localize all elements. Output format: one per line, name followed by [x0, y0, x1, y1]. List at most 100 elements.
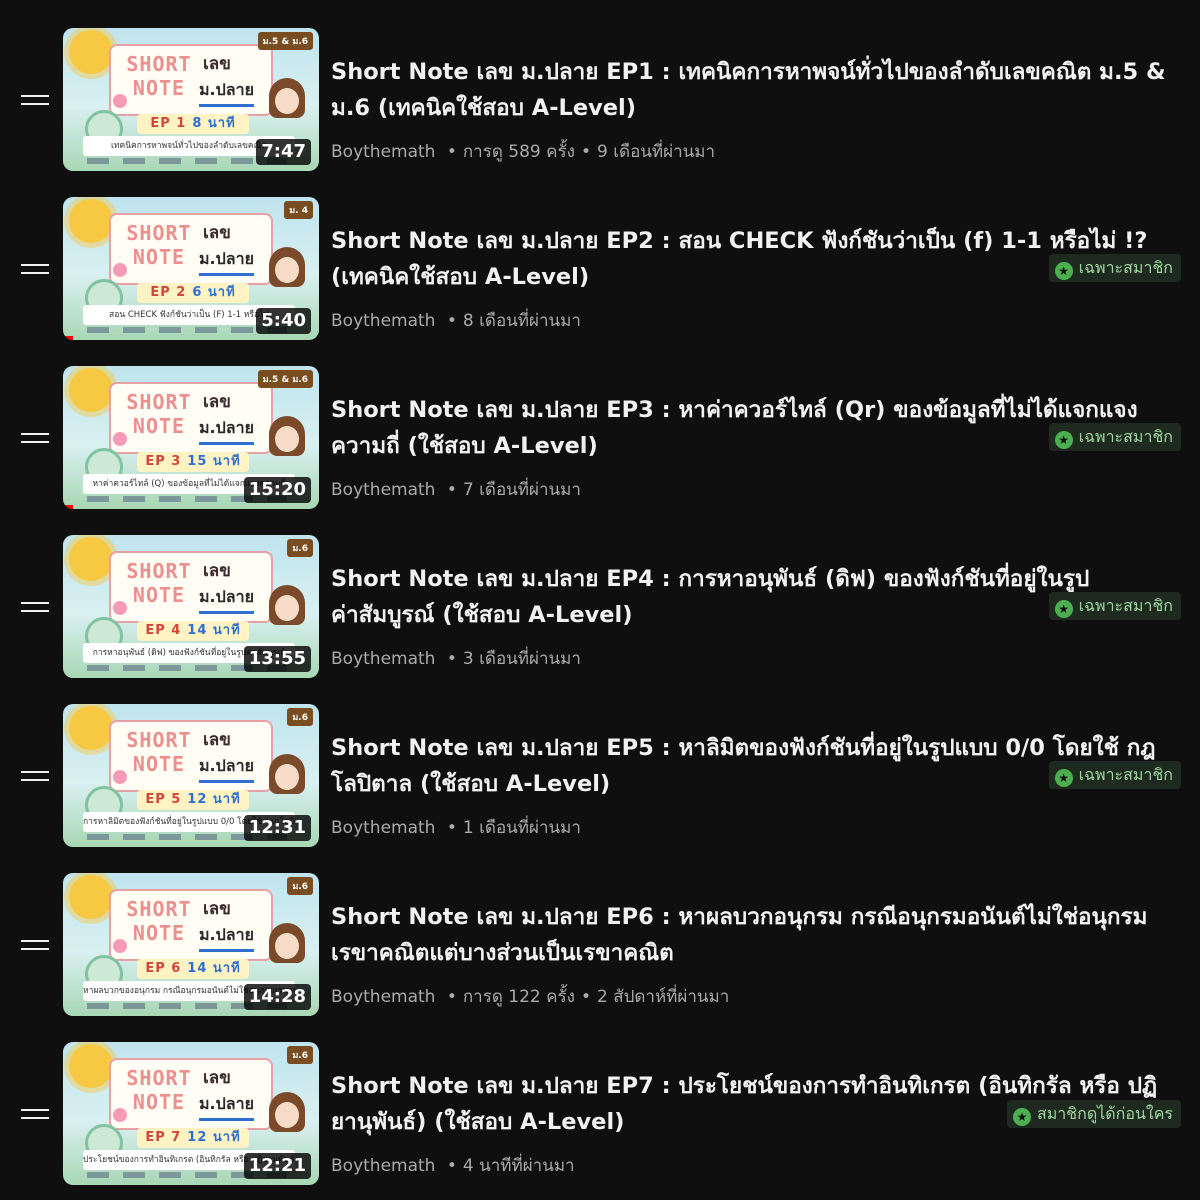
drag-handle-icon[interactable] — [21, 767, 49, 783]
channel-name[interactable]: Boythemath — [331, 987, 435, 1007]
drag-handle-icon[interactable] — [21, 260, 49, 276]
channel-name[interactable]: Boythemath — [331, 1156, 435, 1176]
episode-minutes: 6 นาที — [192, 285, 236, 300]
membership-badge: ★ เฉพาะสมาชิก — [1048, 254, 1181, 282]
girl-face-illustration — [275, 933, 299, 959]
upload-age: 3 เดือนที่ผ่านมา — [462, 649, 581, 669]
upload-age: 1 เดือนที่ผ่านมา — [462, 818, 581, 838]
meta-separator: • — [446, 1156, 457, 1176]
thumbnail-lek-text: เลข — [203, 730, 231, 750]
view-count: การดู 589 ครั้ง — [462, 142, 575, 162]
meta-separator: • — [446, 311, 457, 331]
channel-name[interactable]: Boythemath — [331, 480, 435, 500]
episode-number: EP 1 — [150, 116, 187, 131]
video-thumbnail[interactable]: SHORT NOTE เลข ม.ปลาย ม.6 EP 4 14 นาที กา… — [63, 535, 319, 678]
video-thumbnail[interactable]: SHORT NOTE เลข ม.ปลาย ม.6 EP 7 12 นาที ปร… — [63, 1042, 319, 1185]
meta-separator: • — [580, 987, 591, 1007]
video-thumbnail[interactable]: SHORT NOTE เลข ม.ปลาย ม.6 EP 5 12 นาที กา… — [63, 704, 319, 847]
sun-illustration — [69, 1044, 113, 1088]
drag-handle-icon[interactable] — [21, 429, 49, 445]
video-duration: 12:31 — [243, 815, 311, 841]
thumbnail-short-note-text: SHORT NOTE — [126, 728, 192, 776]
playlist-video-item[interactable]: SHORT NOTE เลข ม.ปลาย ม.6 EP 7 12 นาที ปร… — [0, 1042, 1200, 1192]
girl-face-illustration — [275, 764, 299, 790]
thumbnail-grade-tag: ม. 4 — [284, 201, 313, 219]
upload-age: 8 เดือนที่ผ่านมา — [462, 311, 581, 331]
video-duration: 13:55 — [243, 646, 311, 672]
thumbnail-title-card: SHORT NOTE เลข ม.ปลาย — [109, 720, 273, 792]
playlist-video-list: SHORT NOTE เลข ม.ปลาย ม.5 & ม.6 EP 1 8 นา… — [0, 0, 1200, 1200]
membership-badge-label: สมาชิกดูได้ก่อนใคร — [1036, 1104, 1173, 1123]
girl-face-illustration — [275, 426, 299, 452]
girl-face-illustration — [275, 1102, 299, 1128]
drag-handle-icon[interactable] — [21, 936, 49, 952]
thumbnail-mplai-text: ม.ปลาย — [199, 1092, 254, 1121]
episode-number: EP 7 — [145, 1130, 182, 1145]
playlist-video-item[interactable]: SHORT NOTE เลข ม.ปลาย ม.5 & ม.6 EP 3 15 น… — [0, 366, 1200, 516]
members-star-icon: ★ — [1054, 431, 1073, 449]
watch-progress-bar — [63, 505, 74, 509]
membership-badge-label: เฉพาะสมาชิก — [1078, 765, 1173, 784]
video-title[interactable]: Short Note เลข ม.ปลาย EP3 : หาค่าควอร์ไท… — [331, 392, 1171, 464]
channel-name[interactable]: Boythemath — [331, 142, 435, 162]
video-duration: 15:20 — [243, 477, 311, 503]
thumbnail-lek-text: เลข — [203, 561, 231, 581]
video-duration: 12:21 — [243, 1153, 311, 1179]
drag-handle-icon[interactable] — [21, 91, 49, 107]
video-thumbnail[interactable]: SHORT NOTE เลข ม.ปลาย ม.5 & ม.6 EP 1 8 นา… — [63, 28, 319, 171]
thumbnail-episode-label: EP 3 15 นาที — [137, 452, 249, 472]
thumbnail-mplai-text: ม.ปลาย — [199, 754, 254, 783]
membership-badge: ★ เฉพาะสมาชิก — [1048, 423, 1181, 451]
membership-badge-label: เฉพาะสมาชิก — [1078, 427, 1173, 446]
video-meta: Boythemath • 7 เดือนที่ผ่านมา — [331, 476, 581, 503]
video-title[interactable]: Short Note เลข ม.ปลาย EP5 : หาลิมิตของฟั… — [331, 730, 1171, 802]
thumbnail-title-card: SHORT NOTE เลข ม.ปลาย — [109, 44, 273, 116]
video-thumbnail[interactable]: SHORT NOTE เลข ม.ปลาย ม.5 & ม.6 EP 3 15 น… — [63, 366, 319, 509]
video-title[interactable]: Short Note เลข ม.ปลาย EP2 : สอน CHECK ฟั… — [331, 223, 1171, 295]
meta-separator: • — [580, 142, 591, 162]
membership-badge: ★ เฉพาะสมาชิก — [1048, 761, 1181, 789]
channel-name[interactable]: Boythemath — [331, 818, 435, 838]
channel-name[interactable]: Boythemath — [331, 649, 435, 669]
channel-name[interactable]: Boythemath — [331, 311, 435, 331]
playlist-video-item[interactable]: SHORT NOTE เลข ม.ปลาย ม.5 & ม.6 EP 1 8 นา… — [0, 28, 1200, 178]
thumbnail-short-note-text: SHORT NOTE — [126, 897, 192, 945]
thumbnail-short-note-text: SHORT NOTE — [126, 1066, 192, 1114]
episode-minutes: 14 นาที — [187, 961, 241, 976]
video-title[interactable]: Short Note เลข ม.ปลาย EP6 : หาผลบวกอนุกร… — [331, 899, 1171, 971]
drag-handle-icon[interactable] — [21, 1105, 49, 1121]
members-star-icon: ★ — [1054, 600, 1073, 618]
video-thumbnail[interactable]: SHORT NOTE เลข ม.ปลาย ม. 4 EP 26 นาที สอ… — [63, 197, 319, 340]
thumbnail-episode-label: EP 2 6 นาที — [137, 283, 249, 303]
membership-badge-label: เฉพาะสมาชิก — [1078, 596, 1173, 615]
thumbnail-lek-text: เลข — [203, 54, 231, 74]
girl-face-illustration — [275, 595, 299, 621]
video-thumbnail[interactable]: SHORT NOTE เลข ม.ปลาย ม.6 EP 6 14 นาที หา… — [63, 873, 319, 1016]
upload-age: 2 สัปดาห์ที่ผ่านมา — [597, 987, 730, 1007]
thumbnail-title-card: SHORT NOTE เลข ม.ปลาย — [109, 213, 273, 285]
membership-badge: ★ สมาชิกดูได้ก่อนใคร — [1006, 1100, 1181, 1128]
episode-minutes: 15 นาที — [187, 454, 241, 469]
thumbnail-mplai-text: ม.ปลาย — [199, 585, 254, 614]
drag-handle-icon[interactable] — [21, 598, 49, 614]
video-meta: Boythemath • 1 เดือนที่ผ่านมา — [331, 814, 581, 841]
video-duration: 7:47 — [256, 139, 311, 165]
video-duration: 5:40 — [256, 308, 311, 334]
sun-illustration — [69, 706, 113, 750]
thumbnail-episode-label: EP 5 12 นาที — [137, 790, 249, 810]
video-meta: Boythemath • การดู 589 ครั้ง • 9 เดือนที่ผ่… — [331, 138, 715, 165]
sun-illustration — [69, 368, 113, 412]
playlist-video-item[interactable]: SHORT NOTE เลข ม.ปลาย ม.6 EP 6 14 นาที หา… — [0, 873, 1200, 1023]
thumbnail-title-card: SHORT NOTE เลข ม.ปลาย — [109, 889, 273, 961]
thumbnail-episode-label: EP 6 14 นาที — [137, 959, 249, 979]
video-title[interactable]: Short Note เลข ม.ปลาย EP4 : การหาอนุพันธ… — [331, 561, 1171, 633]
thumbnail-short-note-text: SHORT NOTE — [126, 52, 192, 100]
thumbnail-lek-text: เลข — [203, 223, 231, 243]
video-duration: 14:28 — [243, 984, 311, 1010]
sun-illustration — [69, 537, 113, 581]
video-title[interactable]: Short Note เลข ม.ปลาย EP1 : เทคนิคการหาพ… — [331, 54, 1171, 126]
playlist-video-item[interactable]: SHORT NOTE เลข ม.ปลาย ม.6 EP 5 12 นาที กา… — [0, 704, 1200, 854]
playlist-video-item[interactable]: SHORT NOTE เลข ม.ปลาย ม.6 EP 4 14 นาที กา… — [0, 535, 1200, 685]
watch-progress-bar — [63, 336, 74, 340]
playlist-video-item[interactable]: SHORT NOTE เลข ม.ปลาย ม. 4 EP 26 นาที สอ… — [0, 197, 1200, 347]
